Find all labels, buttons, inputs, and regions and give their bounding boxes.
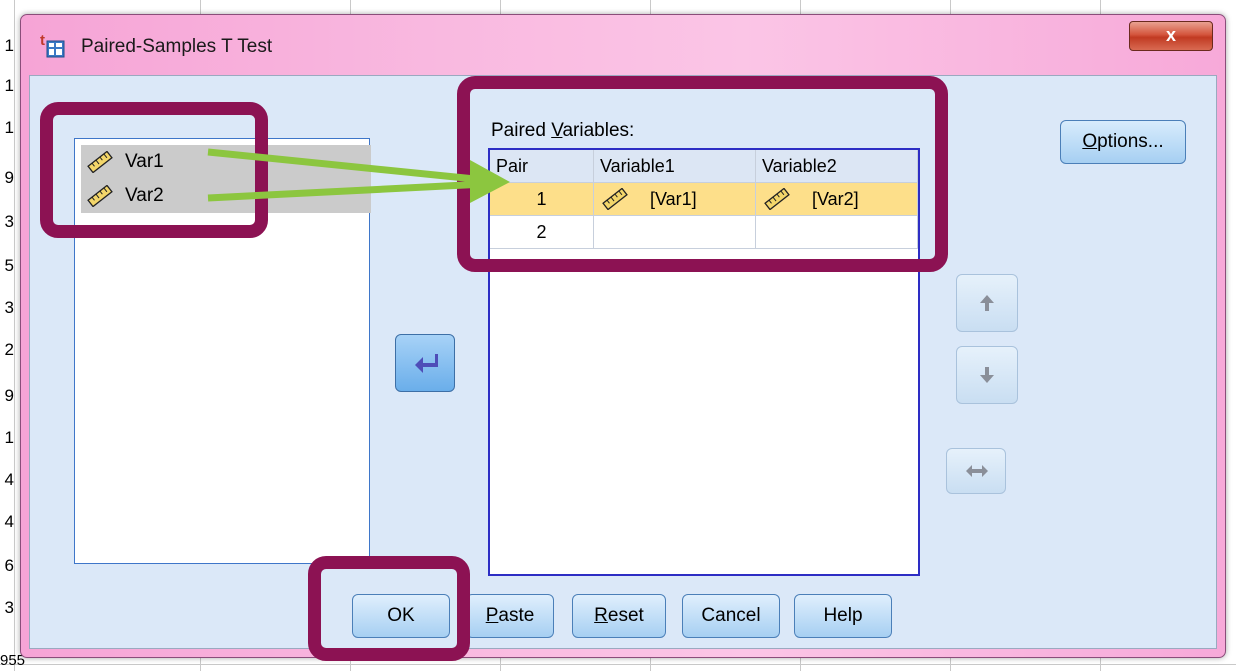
title-bar[interactable]: t Paired-Samples T Test x <box>21 15 1225 75</box>
arrow-down-icon <box>980 367 994 383</box>
row-number: 9 <box>4 386 14 405</box>
row-number: 2 <box>4 340 14 359</box>
row-number: 5 <box>4 256 14 275</box>
help-button[interactable]: Help <box>794 594 892 638</box>
paste-button[interactable]: Paste <box>466 594 554 638</box>
row-number: 4 <box>4 512 14 531</box>
close-button[interactable]: x <box>1129 21 1213 51</box>
row-number: 4 <box>4 470 14 489</box>
window-title: Paired-Samples T Test <box>81 36 273 57</box>
row-number: 1 <box>4 428 14 447</box>
row-number: 1 <box>4 76 14 95</box>
row-number: 3 <box>4 598 14 617</box>
cancel-button[interactable]: Cancel <box>682 594 780 638</box>
highlight-source-variables <box>40 102 268 238</box>
spss-app-icon: t <box>40 32 65 58</box>
highlight-ok-button <box>308 556 470 661</box>
move-up-button[interactable] <box>956 274 1018 332</box>
options-button[interactable]: Options... <box>1060 120 1186 164</box>
reset-button[interactable]: Reset <box>572 594 666 638</box>
highlight-paired-variables <box>457 76 948 272</box>
svg-text:t: t <box>40 32 45 49</box>
move-down-button[interactable] <box>956 346 1018 404</box>
row-number: 3 <box>4 212 14 231</box>
grid-line <box>14 0 15 671</box>
grid-line <box>0 664 1236 665</box>
row-number: 1 <box>4 36 14 55</box>
arrow-up-icon <box>980 295 994 311</box>
row-number: 9 <box>4 168 14 187</box>
swap-variables-button[interactable] <box>946 448 1006 494</box>
arrow-left-icon <box>415 354 438 373</box>
swap-arrows-icon <box>966 465 988 477</box>
row-number: 1 <box>4 118 14 137</box>
row-number: 3 <box>4 298 14 317</box>
row-number: 6 <box>4 556 14 575</box>
move-variable-button[interactable] <box>395 334 455 392</box>
